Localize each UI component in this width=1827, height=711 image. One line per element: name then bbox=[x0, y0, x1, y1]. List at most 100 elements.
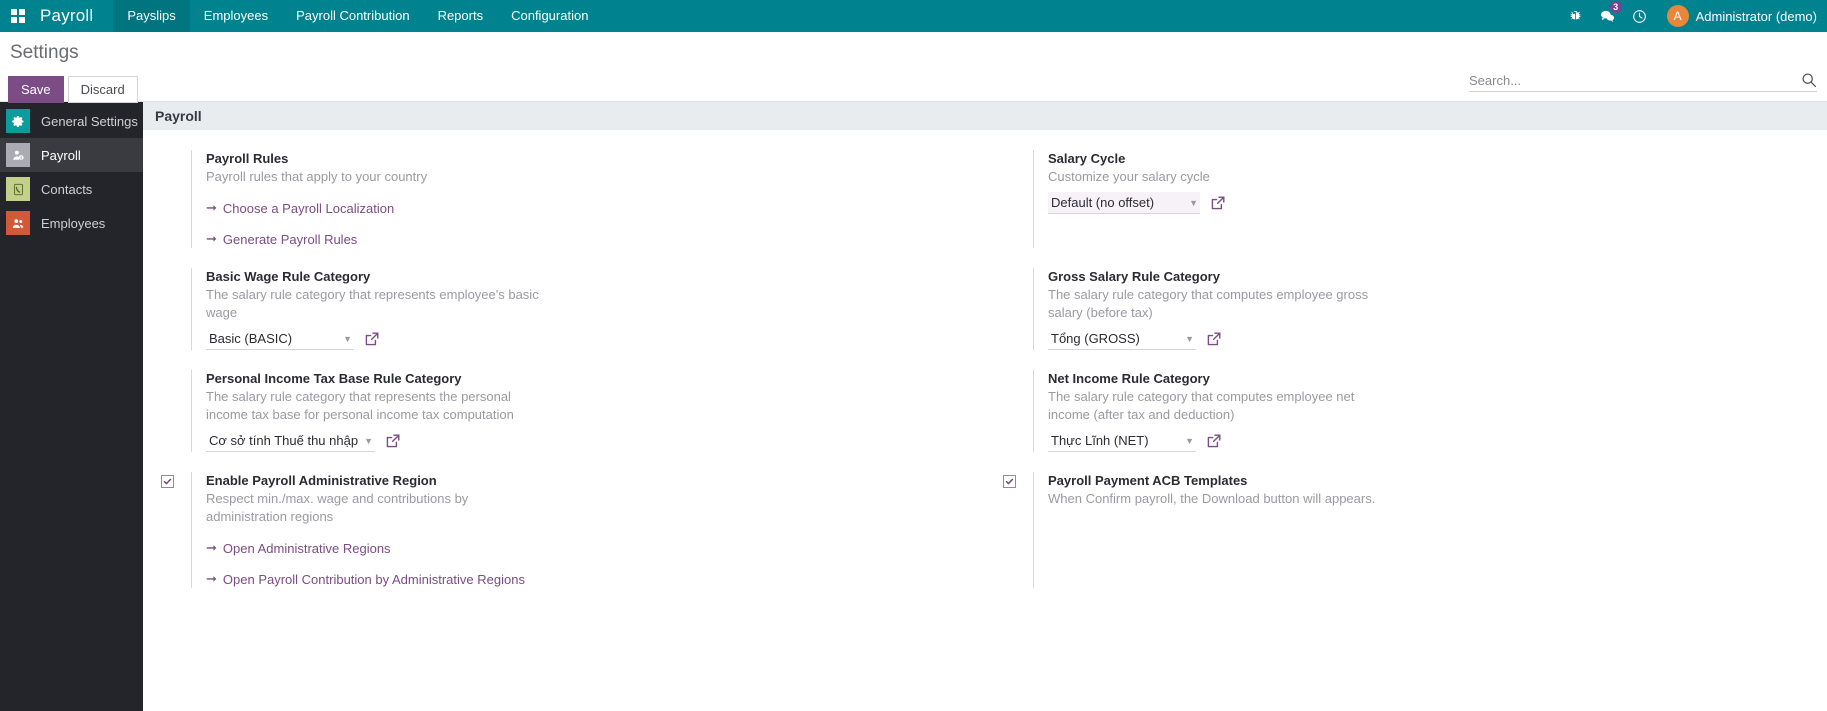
field-row: Thực Lĩnh (NET) ▼ bbox=[1048, 430, 1827, 452]
arrow-right-icon: ➞ bbox=[206, 540, 217, 555]
control-panel: Settings Save Discard bbox=[0, 32, 1827, 103]
link-open-administrative-regions[interactable]: ➞ Open Administrative Regions bbox=[206, 540, 391, 556]
settings-sidebar: General Settings Payroll Contacts Employ… bbox=[0, 102, 143, 711]
search-box[interactable] bbox=[1469, 72, 1817, 92]
external-link-icon[interactable] bbox=[1206, 331, 1222, 347]
selected-value: Thực Lĩnh (NET) bbox=[1051, 433, 1149, 448]
setting-gross-salary-rule-category: Gross Salary Rule Category The salary ru… bbox=[985, 262, 1827, 364]
enable-payroll-administrative-region-checkbox[interactable] bbox=[160, 475, 174, 488]
menu-reports[interactable]: Reports bbox=[424, 0, 498, 32]
bug-icon[interactable] bbox=[1561, 0, 1591, 32]
apps-grid-icon[interactable] bbox=[0, 0, 36, 32]
menu-payroll-contribution[interactable]: Payroll Contribution bbox=[282, 0, 423, 32]
checkbox-slot bbox=[985, 370, 1033, 452]
external-link-icon[interactable] bbox=[1206, 433, 1222, 449]
save-button[interactable]: Save bbox=[8, 76, 64, 103]
menu-payslips[interactable]: Payslips bbox=[113, 0, 190, 32]
menu-configuration[interactable]: Configuration bbox=[497, 0, 602, 32]
avatar: A bbox=[1666, 5, 1689, 27]
setting-text: Salary Cycle Customize your salary cycle… bbox=[1033, 150, 1827, 248]
discard-button[interactable]: Discard bbox=[67, 76, 138, 103]
setting-personal-income-tax-base-rule-category: Personal Income Tax Base Rule Category T… bbox=[143, 364, 985, 466]
sidebar-item-label: Payroll bbox=[41, 147, 81, 163]
checkbox-slot bbox=[985, 268, 1033, 350]
arrow-right-icon: ➞ bbox=[206, 200, 217, 215]
link-choose-payroll-localization[interactable]: ➞ Choose a Payroll Localization bbox=[206, 200, 394, 216]
setting-description: The salary rule category that represents… bbox=[206, 389, 514, 422]
setting-title: Basic Wage Rule Category bbox=[206, 269, 371, 284]
setting-title: Salary Cycle bbox=[1048, 151, 1126, 166]
link-generate-payroll-rules[interactable]: ➞ Generate Payroll Rules bbox=[206, 231, 357, 247]
setting-basic-wage-rule-category: Basic Wage Rule Category The salary rule… bbox=[143, 262, 985, 364]
sidebar-item-general-settings[interactable]: General Settings bbox=[0, 104, 143, 138]
sidebar-item-contacts[interactable]: Contacts bbox=[0, 172, 143, 206]
checkbox-slot bbox=[143, 268, 191, 350]
setting-salary-cycle: Salary Cycle Customize your salary cycle… bbox=[985, 144, 1827, 262]
top-navbar: Payroll Payslips Employees Payroll Contr… bbox=[0, 0, 1827, 32]
field-row: Basic (BASIC) ▼ bbox=[206, 328, 985, 350]
setting-description: Respect min./max. wage and contributions… bbox=[206, 491, 469, 524]
personal-income-tax-base-rule-category-select[interactable]: Cơ sở tính Thuế thu nhập ▼ bbox=[206, 430, 375, 452]
setting-title: Payroll Rules bbox=[206, 151, 289, 166]
setting-payroll-rules: Payroll Rules Payroll rules that apply t… bbox=[143, 144, 985, 262]
basic-wage-rule-category-select[interactable]: Basic (BASIC) ▼ bbox=[206, 328, 354, 350]
checkbox-slot bbox=[143, 472, 191, 588]
chevron-down-icon: ▼ bbox=[1185, 435, 1194, 446]
clock-icon[interactable] bbox=[1625, 0, 1655, 32]
setting-description: The salary rule category that computes e… bbox=[1048, 389, 1355, 422]
chevron-down-icon: ▼ bbox=[1189, 197, 1198, 208]
setting-description: Customize your salary cycle bbox=[1048, 169, 1210, 184]
setting-description: Payroll rules that apply to your country bbox=[206, 169, 428, 184]
setting-text: Net Income Rule Category The salary rule… bbox=[1033, 370, 1827, 452]
settings-body: General Settings Payroll Contacts Employ… bbox=[0, 102, 1827, 711]
section-title-payroll: Payroll bbox=[143, 102, 1827, 130]
arrow-right-icon: ➞ bbox=[206, 571, 217, 586]
sidebar-item-label: Employees bbox=[41, 215, 106, 231]
external-link-icon[interactable] bbox=[1210, 195, 1226, 211]
field-row: Cơ sở tính Thuế thu nhập ▼ bbox=[206, 430, 985, 452]
user-name-label: Administrator (demo) bbox=[1695, 8, 1817, 24]
setting-description: The salary rule category that represents… bbox=[206, 287, 539, 320]
breadcrumb: Settings bbox=[10, 42, 79, 63]
chevron-down-icon: ▼ bbox=[343, 333, 352, 344]
selected-value: Default (no offset) bbox=[1051, 195, 1155, 210]
setting-title: Payroll Payment ACB Templates bbox=[1048, 473, 1248, 488]
sidebar-item-payroll[interactable]: Payroll bbox=[0, 138, 143, 172]
setting-text: Personal Income Tax Base Rule Category T… bbox=[191, 370, 985, 452]
setting-title: Net Income Rule Category bbox=[1048, 371, 1210, 386]
net-income-rule-category-select[interactable]: Thực Lĩnh (NET) ▼ bbox=[1048, 430, 1196, 452]
salary-cycle-select[interactable]: Default (no offset) ▼ bbox=[1048, 192, 1200, 214]
payroll-payment-acb-templates-checkbox[interactable] bbox=[1002, 475, 1016, 488]
external-link-icon[interactable] bbox=[364, 331, 380, 347]
contacts-icon bbox=[6, 177, 30, 201]
link-label: Open Payroll Contribution by Administrat… bbox=[222, 571, 525, 587]
chevron-down-icon: ▼ bbox=[1185, 333, 1194, 344]
link-open-payroll-contribution-by-administrative-regions[interactable]: ➞ Open Payroll Contribution by Administra… bbox=[206, 571, 525, 587]
settings-content: Payroll Payroll Rules Payroll rules that… bbox=[143, 102, 1827, 711]
gear-icon bbox=[6, 109, 30, 133]
setting-enable-payroll-administrative-region: Enable Payroll Administrative Region Res… bbox=[143, 466, 985, 602]
app-brand-payroll[interactable]: Payroll bbox=[36, 6, 113, 26]
sidebar-item-employees[interactable]: Employees bbox=[0, 206, 143, 240]
settings-grid: Payroll Rules Payroll rules that apply t… bbox=[143, 130, 1827, 602]
checkbox-slot bbox=[143, 370, 191, 452]
magnifier-icon[interactable] bbox=[1801, 72, 1817, 88]
navbar-right-tools: 3 A Administrator (demo) bbox=[1561, 0, 1827, 32]
checkbox-slot bbox=[985, 472, 1033, 588]
search-input[interactable] bbox=[1469, 72, 1801, 88]
payroll-icon bbox=[6, 143, 30, 167]
gross-salary-rule-category-select[interactable]: Tổng (GROSS) ▼ bbox=[1048, 328, 1196, 350]
setting-net-income-rule-category: Net Income Rule Category The salary rule… bbox=[985, 364, 1827, 466]
setting-text: Gross Salary Rule Category The salary ru… bbox=[1033, 268, 1827, 350]
external-link-icon[interactable] bbox=[385, 433, 401, 449]
selected-value: Cơ sở tính Thuế thu nhập bbox=[209, 433, 359, 448]
setting-payroll-payment-acb-templates: Payroll Payment ACB Templates When Confi… bbox=[985, 466, 1827, 602]
menu-employees[interactable]: Employees bbox=[190, 0, 282, 32]
chat-icon[interactable]: 3 bbox=[1593, 0, 1623, 32]
employees-icon bbox=[6, 211, 30, 235]
checkbox-slot bbox=[985, 150, 1033, 248]
link-label: Generate Payroll Rules bbox=[222, 231, 358, 247]
arrow-right-icon: ➞ bbox=[206, 231, 217, 246]
messages-count-badge: 3 bbox=[1609, 1, 1622, 13]
user-menu[interactable]: A Administrator (demo) bbox=[1657, 5, 1817, 27]
